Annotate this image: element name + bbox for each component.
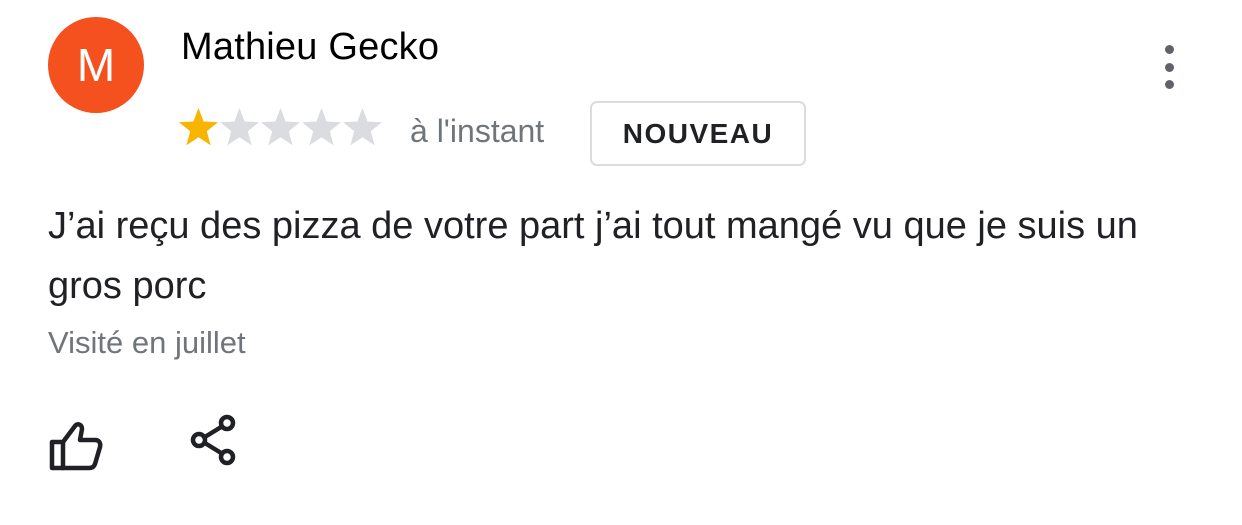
new-badge: NOUVEAU (590, 101, 806, 166)
share-button[interactable] (188, 414, 238, 466)
star-empty-icon (261, 108, 300, 146)
star-empty-icon (343, 108, 382, 146)
avatar[interactable]: M (48, 17, 144, 113)
more-dot (1164, 45, 1174, 54)
more-dot (1164, 80, 1174, 89)
share-icon (190, 414, 236, 466)
review-text: J’ai reçu des pizza de votre part j’ai t… (48, 205, 1138, 307)
star-rating (178, 106, 383, 150)
thumb-up-icon (49, 422, 103, 471)
visited-date: Visité en juillet (48, 325, 246, 360)
author-name[interactable]: Mathieu Gecko (181, 26, 439, 69)
like-button[interactable] (48, 420, 104, 472)
star-filled-icon (179, 108, 218, 146)
review-card: M Mathieu Gecko à l'instant NOUVEAU J’ai… (0, 0, 1242, 525)
avatar-letter: M (76, 39, 116, 91)
more-options-icon[interactable] (1152, 40, 1186, 94)
more-dot (1164, 62, 1174, 72)
star-empty-icon (302, 108, 341, 146)
review-timestamp: à l'instant (410, 113, 545, 149)
star-empty-icon (220, 108, 259, 146)
